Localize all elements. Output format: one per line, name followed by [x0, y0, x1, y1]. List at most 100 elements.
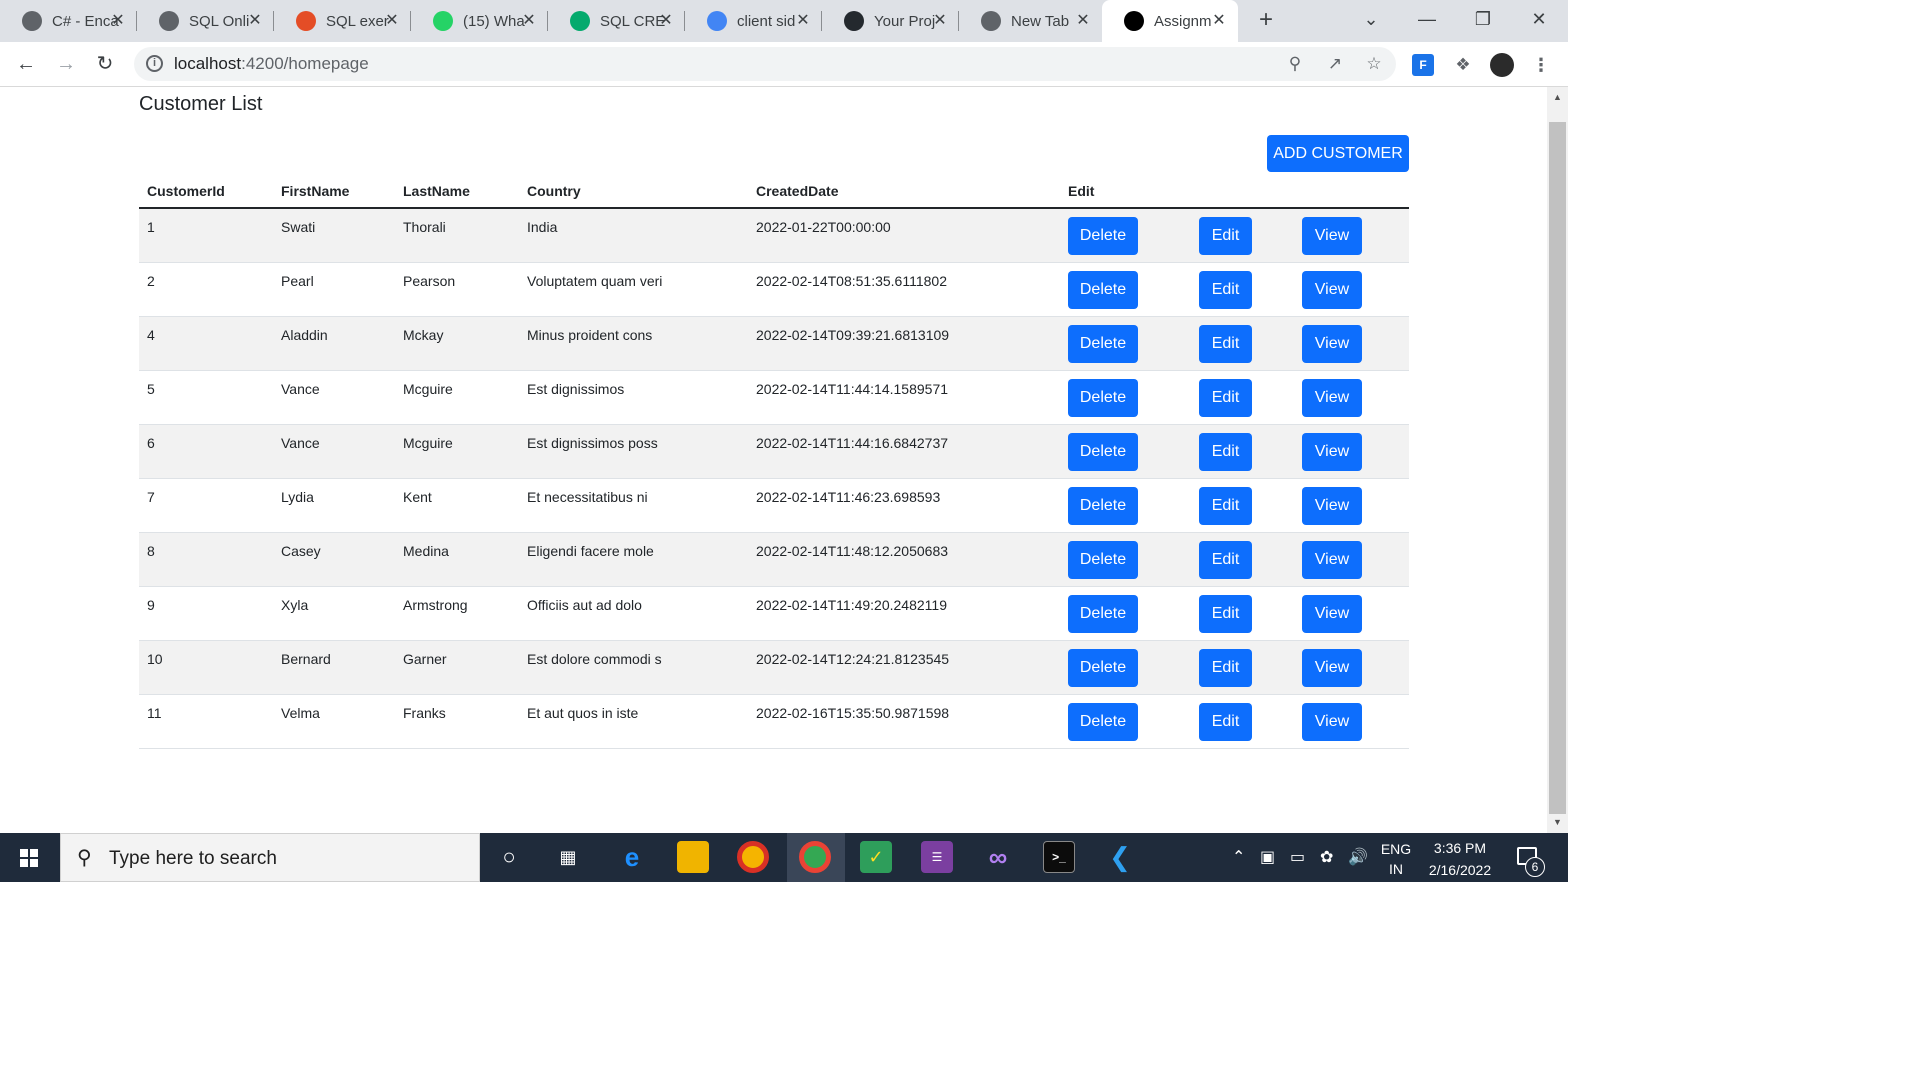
edit-button[interactable]: Edit: [1199, 324, 1252, 363]
add-customer-button[interactable]: ADD CUSTOMER: [1267, 135, 1409, 172]
scroll-down-arrow-icon[interactable]: ▼: [1547, 814, 1568, 831]
new-tab-button[interactable]: +: [1252, 6, 1280, 34]
close-tab-icon[interactable]: ✕: [109, 12, 127, 30]
edit-button[interactable]: Edit: [1199, 486, 1252, 525]
volume-icon[interactable]: 🔊: [1348, 847, 1368, 867]
view-button[interactable]: View: [1302, 324, 1362, 363]
close-tab-icon[interactable]: ✕: [794, 12, 812, 30]
chrome-icon[interactable]: [737, 841, 769, 873]
browser-tab[interactable]: SQL exer ✕: [274, 0, 411, 42]
delete-button[interactable]: Delete: [1068, 540, 1138, 579]
view-button[interactable]: View: [1302, 378, 1362, 417]
back-arrow-icon[interactable]: ←: [12, 50, 40, 78]
view-button[interactable]: View: [1302, 217, 1362, 255]
vscode-icon[interactable]: ❮: [1104, 841, 1136, 873]
zoom-icon[interactable]: ⚲: [1284, 53, 1306, 75]
task-view-icon[interactable]: ▦: [552, 841, 584, 873]
site-info-icon[interactable]: i: [146, 55, 163, 72]
delete-button[interactable]: Delete: [1068, 432, 1138, 471]
close-tab-icon[interactable]: ✕: [657, 12, 675, 30]
edit-button[interactable]: Edit: [1199, 540, 1252, 579]
w3r-icon: [296, 11, 316, 31]
share-icon[interactable]: ↗: [1324, 53, 1346, 75]
delete-button[interactable]: Delete: [1068, 324, 1138, 363]
cell-lastname: Armstrong: [395, 586, 519, 641]
action-cell: Edit: [1191, 532, 1294, 587]
forward-arrow-icon[interactable]: →: [52, 50, 80, 78]
edit-button[interactable]: Edit: [1199, 702, 1252, 741]
edit-button[interactable]: Edit: [1199, 217, 1252, 255]
action-cell: Delete: [1060, 424, 1191, 479]
minimize-window-button[interactable]: —: [1399, 0, 1455, 42]
column-header-customerid: CustomerId: [139, 175, 273, 209]
browser-menu-icon[interactable]: ⋮: [1530, 54, 1552, 76]
vertical-scrollbar[interactable]: ▲ ▼: [1547, 87, 1568, 833]
edge-browser-icon[interactable]: e: [616, 841, 648, 873]
extensions-puzzle-icon[interactable]: ❖: [1452, 54, 1474, 76]
taskbar-search-box[interactable]: ⚲ Type here to search: [60, 833, 480, 882]
app-green-icon[interactable]: ✓: [860, 841, 892, 873]
view-button[interactable]: View: [1302, 270, 1362, 309]
delete-button[interactable]: Delete: [1068, 217, 1138, 255]
taskbar-clock[interactable]: 3:36 PM 2/16/2022: [1418, 837, 1502, 881]
reload-icon[interactable]: ↻: [91, 50, 119, 78]
delete-button[interactable]: Delete: [1068, 648, 1138, 687]
delete-button[interactable]: Delete: [1068, 486, 1138, 525]
edit-button[interactable]: Edit: [1199, 432, 1252, 471]
restore-window-button[interactable]: ❐: [1455, 0, 1511, 42]
view-button[interactable]: View: [1302, 540, 1362, 579]
cortana-icon[interactable]: ○: [493, 841, 525, 873]
browser-tab[interactable]: client sid ✕: [685, 0, 822, 42]
delete-button[interactable]: Delete: [1068, 270, 1138, 309]
bookmark-star-icon[interactable]: ☆: [1363, 53, 1385, 75]
url-text[interactable]: localhost:4200/homepage: [174, 54, 369, 74]
browser-tab[interactable]: Your Proj ✕: [822, 0, 959, 42]
delete-button[interactable]: Delete: [1068, 378, 1138, 417]
close-tab-icon[interactable]: ✕: [520, 12, 538, 30]
delete-button[interactable]: Delete: [1068, 702, 1138, 741]
action-cell: View: [1294, 262, 1409, 317]
browser-tab[interactable]: SQL CRE ✕: [548, 0, 685, 42]
terminal-icon[interactable]: >_: [1043, 841, 1075, 873]
view-button[interactable]: View: [1302, 486, 1362, 525]
view-button[interactable]: View: [1302, 648, 1362, 687]
edit-button[interactable]: Edit: [1199, 648, 1252, 687]
browser-tab[interactable]: Assignm ✕: [1102, 0, 1238, 42]
address-bar[interactable]: i localhost:4200/homepage ⚲ ↗ ☆: [134, 47, 1396, 81]
tab-search-chevron-icon[interactable]: ⌄: [1343, 0, 1399, 42]
browser-tab[interactable]: New Tab ✕: [959, 0, 1102, 42]
close-tab-icon[interactable]: ✕: [383, 12, 401, 30]
profile-avatar[interactable]: [1490, 53, 1514, 77]
start-button[interactable]: [0, 833, 58, 882]
view-button[interactable]: View: [1302, 594, 1362, 633]
security-tray-icon[interactable]: ▣: [1260, 847, 1275, 867]
delete-button[interactable]: Delete: [1068, 594, 1138, 633]
close-tab-icon[interactable]: ✕: [1210, 12, 1228, 30]
wifi-icon[interactable]: ✿: [1320, 847, 1333, 867]
file-explorer-icon[interactable]: [677, 841, 709, 873]
extension-fi-icon[interactable]: F: [1412, 54, 1434, 76]
view-button[interactable]: View: [1302, 432, 1362, 471]
show-hidden-icons-chevron-icon[interactable]: ⌃: [1232, 847, 1245, 867]
visual-studio-icon[interactable]: ∞: [982, 841, 1014, 873]
w3schools-icon: [570, 11, 590, 31]
close-tab-icon[interactable]: ✕: [246, 12, 264, 30]
browser-tab[interactable]: C# - Enca ✕: [0, 0, 137, 42]
close-tab-icon[interactable]: ✕: [1074, 12, 1092, 30]
view-button[interactable]: View: [1302, 702, 1362, 741]
close-window-button[interactable]: ✕: [1511, 0, 1567, 42]
edit-button[interactable]: Edit: [1199, 594, 1252, 633]
close-tab-icon[interactable]: ✕: [931, 12, 949, 30]
language-indicator[interactable]: ENG IN: [1380, 839, 1412, 879]
chrome-active-icon[interactable]: [799, 841, 831, 873]
scroll-up-arrow-icon[interactable]: ▲: [1547, 89, 1568, 106]
edit-button[interactable]: Edit: [1199, 378, 1252, 417]
cell-createddate: 2022-02-14T11:46:23.698593: [748, 478, 1060, 533]
browser-tab[interactable]: (15) Wha ✕: [411, 0, 548, 42]
cell-customerid: 5: [139, 370, 273, 425]
scrollbar-thumb[interactable]: [1549, 122, 1566, 814]
winrar-icon[interactable]: ☰: [921, 841, 953, 873]
battery-icon[interactable]: ▭: [1290, 847, 1305, 867]
browser-tab[interactable]: SQL Onli ✕: [137, 0, 274, 42]
edit-button[interactable]: Edit: [1199, 270, 1252, 309]
